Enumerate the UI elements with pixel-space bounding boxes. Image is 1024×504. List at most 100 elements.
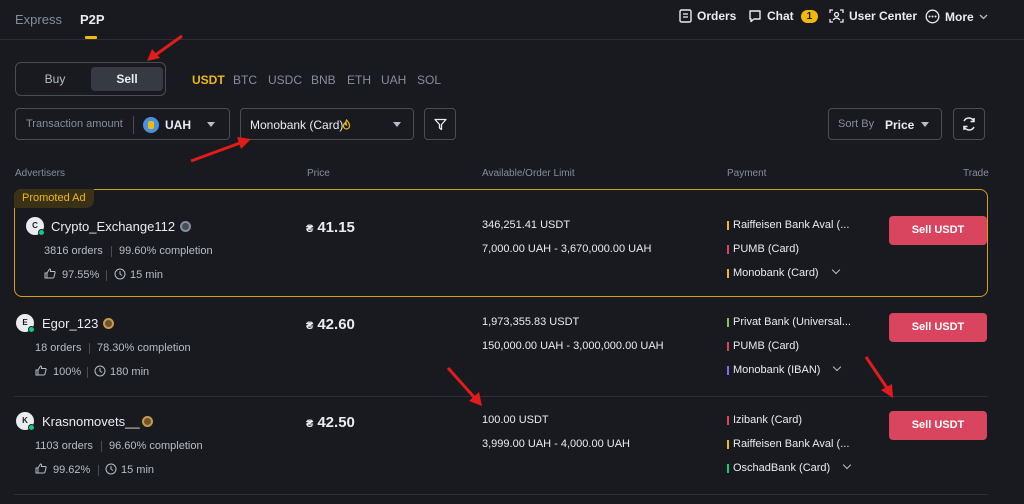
payment-method: Raiffeisen Bank Aval (... (727, 438, 849, 450)
advertiser-name[interactable]: Egor_123 (42, 316, 98, 331)
payment-method: Monobank (Card) (727, 267, 819, 279)
tab-express[interactable]: Express (15, 12, 62, 27)
currency-symbol: ₴ (306, 320, 314, 332)
completion-rate: 78.30% completion (97, 342, 191, 354)
payment-method: PUMB (Card) (727, 340, 799, 352)
annotation-arrow-icon (147, 34, 183, 61)
payment-method: Izibank (Card) (727, 414, 802, 426)
advertiser-name[interactable]: Krasnomovets__ (42, 414, 140, 429)
avg-release-time: 15 min (121, 464, 155, 476)
annotation-arrow-icon (190, 137, 251, 163)
price-amount: 42.60 (317, 316, 355, 333)
promoted-ad-tag: Promoted Ad (14, 189, 94, 208)
price-value: ₴ 42.50 (306, 414, 355, 431)
payment-method: OschadBank (Card) (727, 462, 830, 474)
payment-method-select[interactable]: Monobank (Card) (240, 108, 414, 140)
asset-tab-usdc[interactable]: USDC (268, 73, 302, 87)
stat-divider (89, 343, 90, 354)
currency-dropdown-icon (207, 122, 215, 127)
available-amount: 100.00 USDT (482, 414, 549, 426)
chat-link[interactable]: Chat 1 (748, 9, 819, 23)
sort-by-select[interactable]: Sort By Price (828, 108, 942, 140)
tab-p2p[interactable]: P2P (80, 12, 105, 27)
chat-label: Chat (767, 9, 794, 23)
asset-tab-eth[interactable]: ETH (347, 73, 371, 87)
stat-divider (111, 246, 112, 257)
header-available: Available/Order Limit (482, 168, 575, 179)
thumbs-up-icon (35, 463, 47, 474)
positive-rating: 99.62% (53, 464, 91, 476)
positive-rating: 97.55% (62, 269, 100, 281)
more-menu[interactable]: More (925, 9, 988, 24)
currency-symbol: ₴ (306, 223, 314, 235)
payment-method: PUMB (Card) (727, 243, 799, 255)
buy-sell-toggle: Buy Sell (15, 62, 166, 96)
payment-method: Raiffeisen Bank Aval (... (727, 219, 849, 231)
transaction-amount-label: Transaction amount (26, 118, 123, 130)
row-divider (14, 396, 988, 397)
refresh-icon (963, 117, 975, 131)
header-trade: Trade (963, 168, 989, 179)
filter-button[interactable] (424, 108, 456, 140)
header-payment: Payment (727, 168, 767, 179)
sort-dropdown-icon (921, 122, 929, 127)
row-divider (14, 494, 988, 495)
expand-payments-chevron-icon[interactable] (832, 362, 842, 372)
stat-divider (87, 367, 88, 378)
thumbs-up-icon (44, 268, 56, 279)
annotation-arrow-icon (446, 366, 482, 406)
fire-icon (342, 119, 351, 130)
user-center-link[interactable]: User Center (829, 9, 917, 23)
sort-by-label: Sort By (838, 118, 875, 130)
order-limit: 7,000.00 UAH - 3,670,000.00 UAH (482, 243, 652, 255)
header-advertisers: Advertisers (15, 168, 66, 179)
user-center-icon (829, 9, 844, 23)
orders-link[interactable]: Orders (679, 9, 736, 23)
order-count: 1103 orders (35, 440, 93, 452)
filter-icon (433, 118, 447, 130)
thumbs-up-icon (35, 365, 47, 376)
payment-method: Privat Bank (Universal... (727, 316, 851, 328)
price-value: ₴ 42.60 (306, 316, 355, 333)
expand-payments-chevron-icon[interactable] (842, 460, 852, 470)
sort-by-value: Price (885, 118, 915, 132)
buy-button[interactable]: Buy (19, 67, 91, 91)
refresh-button[interactable] (953, 108, 985, 140)
sell-usdt-button[interactable]: Sell USDT (889, 411, 987, 440)
sell-usdt-button[interactable]: Sell USDT (889, 313, 987, 342)
field-divider (133, 116, 134, 134)
orders-label: Orders (697, 9, 737, 23)
clock-icon (94, 365, 106, 377)
asset-tab-usdt[interactable]: USDT (192, 73, 225, 87)
uah-coin-icon (143, 117, 159, 133)
header-price: Price (307, 168, 330, 179)
payment-dropdown-icon (393, 122, 401, 127)
advertiser-name[interactable]: Crypto_Exchange112 (51, 219, 175, 234)
order-limit: 3,999.00 UAH - 4,000.00 UAH (482, 438, 630, 450)
order-count: 18 orders (35, 342, 82, 354)
avatar: C (26, 217, 45, 236)
merchant-badge-icon (103, 318, 114, 329)
chat-icon (749, 10, 761, 23)
sell-usdt-button[interactable]: Sell USDT (889, 216, 987, 245)
payment-method-value: Monobank (Card) (250, 118, 344, 132)
completion-rate: 96.60% completion (109, 440, 203, 452)
stat-divider (106, 270, 107, 281)
currency-symbol: ₴ (306, 418, 314, 430)
asset-tab-uah[interactable]: UAH (381, 73, 406, 87)
verified-badge-icon (180, 221, 191, 232)
asset-tab-bnb[interactable]: BNB (311, 73, 336, 87)
more-label: More (945, 9, 974, 24)
price-amount: 41.15 (317, 219, 355, 236)
active-tab-indicator (85, 36, 97, 39)
asset-tab-sol[interactable]: SOL (417, 73, 441, 87)
merchant-badge-icon (142, 416, 153, 427)
asset-tab-btc[interactable]: BTC (233, 73, 257, 87)
chat-count-badge: 1 (800, 9, 819, 23)
currency-select[interactable]: UAH (165, 118, 191, 132)
price-amount: 42.50 (317, 414, 355, 431)
clock-icon (105, 463, 117, 475)
sell-button[interactable]: Sell (91, 67, 163, 91)
available-amount: 346,251.41 USDT (482, 219, 571, 231)
stat-divider (98, 465, 99, 476)
